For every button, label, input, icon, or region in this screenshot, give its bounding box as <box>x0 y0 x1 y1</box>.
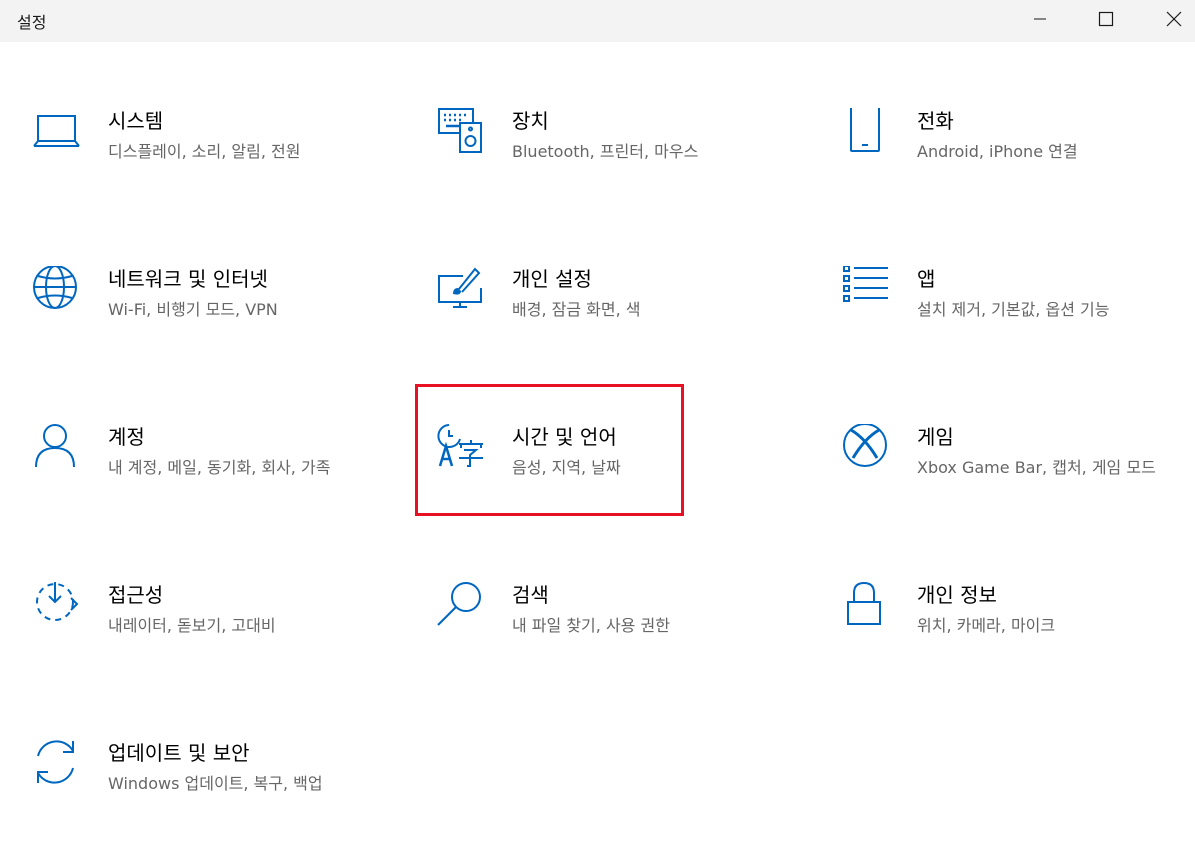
tile-description: 디스플레이, 소리, 알림, 전원 <box>108 142 301 161</box>
tile-title: 장치 <box>512 109 549 133</box>
tile-title: 접근성 <box>108 583 164 607</box>
tile-description: Xbox Game Bar, 캡처, 게임 모드 <box>917 458 1156 477</box>
tile-title: 네트워크 및 인터넷 <box>108 267 268 291</box>
tile-title: 게임 <box>917 425 954 449</box>
tile-title: 계정 <box>108 425 145 449</box>
person-icon <box>33 424 81 472</box>
tile-description: Wi-Fi, 비행기 모드, VPN <box>108 300 278 319</box>
lock-icon <box>842 582 890 630</box>
settings-tile-accounts[interactable]: 계정 내 계정, 메일, 동기화, 회사, 가족 <box>33 424 373 524</box>
tile-title: 앱 <box>917 267 936 291</box>
personalization-icon <box>437 266 485 314</box>
settings-tile-network[interactable]: 네트워크 및 인터넷 Wi-Fi, 비행기 모드, VPN <box>33 266 373 366</box>
tile-description: Android, iPhone 연결 <box>917 142 1078 161</box>
tile-description: 음성, 지역, 날짜 <box>512 458 621 477</box>
tile-description: 내레이터, 돋보기, 고대비 <box>108 616 276 635</box>
close-button[interactable] <box>1151 0 1195 38</box>
minimize-icon <box>1034 18 1046 20</box>
settings-tile-search[interactable]: 검색 내 파일 찾기, 사용 권한 <box>437 582 777 682</box>
ease-of-access-icon <box>33 582 81 630</box>
phone-icon <box>842 108 890 156</box>
settings-tile-gaming[interactable]: 게임 Xbox Game Bar, 캡처, 게임 모드 <box>842 424 1182 524</box>
tile-description: Bluetooth, 프린터, 마우스 <box>512 142 699 161</box>
tile-title: 개인 설정 <box>512 267 592 291</box>
time-language-icon <box>437 424 485 472</box>
settings-tile-apps[interactable]: 앱 설치 제거, 기본값, 옵션 기능 <box>842 266 1182 366</box>
settings-tile-system[interactable]: 시스템 디스플레이, 소리, 알림, 전원 <box>33 108 373 208</box>
tile-title: 시간 및 언어 <box>512 425 617 449</box>
tile-title: 개인 정보 <box>917 583 997 607</box>
settings-tile-time-language[interactable]: 시간 및 언어 음성, 지역, 날짜 <box>437 424 777 524</box>
laptop-icon <box>33 108 81 156</box>
tile-description: 배경, 잠금 화면, 색 <box>512 300 641 319</box>
xbox-icon <box>842 424 890 472</box>
settings-tile-privacy[interactable]: 개인 정보 위치, 카메라, 마이크 <box>842 582 1182 682</box>
window-title: 설정 <box>17 13 47 32</box>
search-icon <box>437 582 485 630</box>
tile-description: 위치, 카메라, 마이크 <box>917 616 1056 635</box>
maximize-button[interactable] <box>1083 0 1129 38</box>
globe-icon <box>33 266 81 314</box>
tile-title: 검색 <box>512 583 549 607</box>
maximize-icon <box>1098 11 1114 27</box>
settings-tile-phone[interactable]: 전화 Android, iPhone 연결 <box>842 108 1182 208</box>
settings-tile-update-security[interactable]: 업데이트 및 보안 Windows 업데이트, 복구, 백업 <box>33 740 373 840</box>
devices-icon <box>437 108 485 156</box>
settings-tile-devices[interactable]: 장치 Bluetooth, 프린터, 마우스 <box>437 108 777 208</box>
settings-tile-personalization[interactable]: 개인 설정 배경, 잠금 화면, 색 <box>437 266 777 366</box>
minimize-button[interactable] <box>1017 0 1063 38</box>
settings-tile-ease-of-access[interactable]: 접근성 내레이터, 돋보기, 고대비 <box>33 582 373 682</box>
apps-list-icon <box>842 266 890 314</box>
tile-title: 시스템 <box>108 109 164 133</box>
tile-title: 전화 <box>917 109 954 133</box>
close-icon <box>1166 11 1182 27</box>
tile-title: 업데이트 및 보안 <box>108 741 250 765</box>
title-bar: 설정 <box>0 0 1195 42</box>
sync-icon <box>33 740 81 788</box>
tile-description: 설치 제거, 기본값, 옵션 기능 <box>917 300 1110 319</box>
tile-description: 내 계정, 메일, 동기화, 회사, 가족 <box>108 458 331 477</box>
tile-description: Windows 업데이트, 복구, 백업 <box>108 774 323 793</box>
tile-description: 내 파일 찾기, 사용 권한 <box>512 616 670 635</box>
